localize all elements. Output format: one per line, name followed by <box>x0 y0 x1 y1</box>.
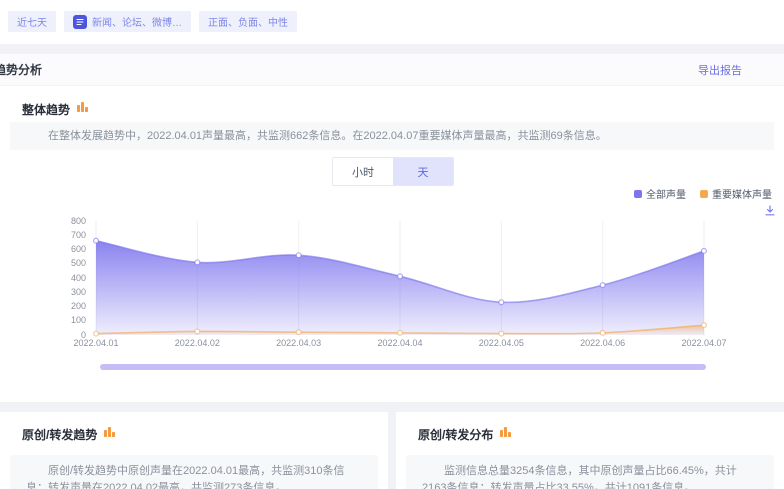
repost-trend-head: 原创/转发趋势 <box>0 425 388 443</box>
y-tick-label: 200 <box>54 301 86 311</box>
filter-toolbar: 近七天 新闻、论坛、微博… 正面、负面、中性 <box>0 0 784 44</box>
chart-datazoom-scrollbar[interactable] <box>100 364 706 370</box>
section-header: 趋势分析 导出报告 <box>0 54 784 86</box>
page: 近七天 新闻、论坛、微博… 正面、负面、中性 趋势分析 导出报告 整体趋势 <box>0 0 784 489</box>
y-tick-label: 100 <box>54 315 86 325</box>
toggle-hour[interactable]: 小时 <box>333 158 393 185</box>
x-tick-label: 2022.04.03 <box>264 338 334 348</box>
legend-label-media: 重要媒体声量 <box>712 186 772 201</box>
export-report-link[interactable]: 导出报告 <box>698 62 742 78</box>
divider-gap <box>0 44 784 54</box>
filter-chip-time-label: 近七天 <box>17 14 47 29</box>
x-tick-label: 2022.04.04 <box>365 338 435 348</box>
bottom-cards-row: 原创/转发趋势 原创/转发趋势中原创声量在2022.04.01最高，共监测310… <box>0 412 784 489</box>
ranking-icon <box>76 100 89 118</box>
y-tick-label: 300 <box>54 287 86 297</box>
legend-swatch-total <box>634 190 642 198</box>
legend-item-total[interactable]: 全部声量 <box>634 186 686 201</box>
ranking-icon <box>103 425 116 443</box>
source-icon <box>73 15 87 29</box>
trend-chart-svg <box>90 218 710 340</box>
overall-trend-card: 整体趋势 在整体发展趋势中，2022.04.01声量最高，共监测662条信息。在… <box>0 86 784 402</box>
legend-swatch-media <box>700 190 708 198</box>
legend-label-total: 全部声量 <box>646 186 686 201</box>
overall-trend-title: 整体趋势 <box>22 101 70 118</box>
repost-trend-summary: 原创/转发趋势中原创声量在2022.04.01最高，共监测310条信息；转发声量… <box>10 455 378 489</box>
repost-distribution-title: 原创/转发分布 <box>418 426 493 443</box>
filter-chip-sentiment-label: 正面、负面、中性 <box>208 14 288 29</box>
filter-chip-sentiment[interactable]: 正面、负面、中性 <box>199 11 297 32</box>
overall-trend-head: 整体趋势 <box>22 100 89 118</box>
legend-item-media[interactable]: 重要媒体声量 <box>700 186 772 201</box>
x-tick-label: 2022.04.02 <box>162 338 232 348</box>
y-tick-label: 700 <box>54 230 86 240</box>
ranking-icon <box>499 425 512 443</box>
granularity-toggle: 小时 天 <box>332 157 454 186</box>
chart-legend: 全部声量 重要媒体声量 <box>634 186 772 201</box>
x-tick-label: 2022.04.06 <box>568 338 638 348</box>
toggle-day[interactable]: 天 <box>393 158 453 185</box>
filter-chip-time[interactable]: 近七天 <box>8 11 56 32</box>
filter-chip-source-label: 新闻、论坛、微博… <box>92 14 182 29</box>
y-tick-label: 500 <box>54 258 86 268</box>
y-tick-label: 600 <box>54 244 86 254</box>
trend-chart: 80070060050040030020010002022.04.012022.… <box>0 205 784 385</box>
page-title: 趋势分析 <box>0 61 42 78</box>
x-tick-label: 2022.04.07 <box>669 338 739 348</box>
repost-distribution-summary: 监测信息总量3254条信息，其中原创声量占比66.45%，共计2163条信息；转… <box>406 455 774 489</box>
x-tick-label: 2022.04.05 <box>466 338 536 348</box>
overall-trend-summary: 在整体发展趋势中，2022.04.01声量最高，共监测662条信息。在2022.… <box>10 122 774 150</box>
y-tick-label: 400 <box>54 273 86 283</box>
repost-distribution-card: 原创/转发分布 监测信息总量3254条信息，其中原创声量占比66.45%，共计2… <box>396 412 784 489</box>
repost-distribution-head: 原创/转发分布 <box>396 425 784 443</box>
divider-gap-2 <box>0 402 784 412</box>
filter-chip-source[interactable]: 新闻、论坛、微博… <box>64 11 191 32</box>
x-tick-label: 2022.04.01 <box>61 338 131 348</box>
y-tick-label: 800 <box>54 216 86 226</box>
repost-trend-title: 原创/转发趋势 <box>22 426 97 443</box>
repost-trend-card: 原创/转发趋势 原创/转发趋势中原创声量在2022.04.01最高，共监测310… <box>0 412 388 489</box>
